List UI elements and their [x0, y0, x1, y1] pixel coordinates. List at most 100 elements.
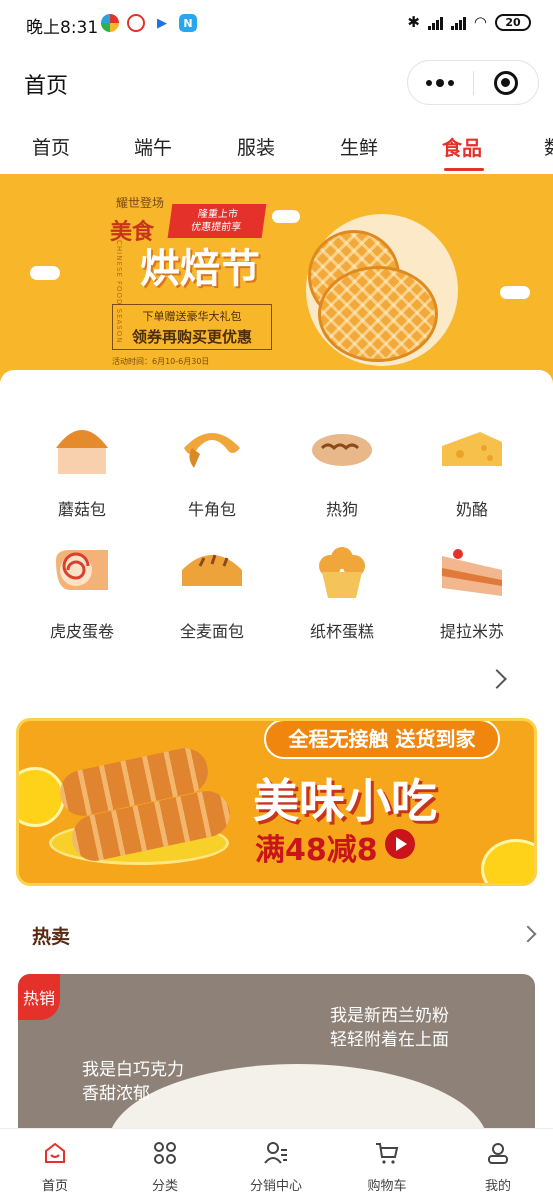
status-indicators: ✱ ◠ 20	[407, 13, 531, 31]
hotdog-bread-icon	[312, 434, 372, 466]
category-label: 牛角包	[187, 500, 236, 519]
tabbar-label: 分销中心	[249, 1179, 302, 1194]
tabbar-label: 购物车	[367, 1179, 407, 1194]
category-label: 热狗	[325, 500, 358, 519]
banner-tag-line2: 优惠提前享	[190, 222, 242, 233]
tabbar-cart[interactable]: 购物车	[332, 1129, 442, 1200]
miniapp-capsule	[407, 60, 539, 105]
lemon-slice-image	[19, 767, 65, 827]
n-app-icon: N	[179, 14, 197, 32]
baking-festival-banner[interactable]: 耀世登场 美食 隆重上市 优惠提前享 CHINESE FOOD SEASON 烘…	[0, 174, 553, 394]
swiss-roll-icon	[56, 550, 108, 590]
promo-title: 美味小吃	[253, 774, 437, 828]
cloud-decoration	[272, 210, 300, 223]
home-icon	[45, 1142, 65, 1163]
nav-bar: 首页	[0, 50, 553, 116]
caption-line: 我是白巧克力	[82, 1060, 184, 1080]
category-label: 提拉米苏	[439, 622, 504, 641]
category-item[interactable]: 牛角包	[147, 406, 277, 524]
wifi-icon: ◠	[473, 13, 487, 31]
category-item[interactable]: 纸杯蛋糕	[277, 528, 407, 646]
banner-big-title: 烘焙节	[140, 245, 260, 292]
caption-line: 我是新西兰奶粉	[330, 1006, 449, 1026]
hot-sale-badge: 热销	[18, 974, 60, 1020]
wholewheat-bread-icon	[182, 554, 242, 586]
lemon-slice-image	[481, 839, 534, 883]
status-app-icons: ▶ N	[101, 14, 197, 32]
banner-date: 活动时间：6月10-6月30日	[112, 357, 210, 366]
category-item[interactable]: 虎皮蛋卷	[17, 528, 147, 646]
mushroom-bun-icon	[56, 430, 108, 474]
banner-gift-line: 下单赠送豪华大礼包	[142, 310, 242, 323]
signal-icon	[427, 14, 443, 30]
tabbar-home[interactable]: 首页	[0, 1129, 110, 1200]
category-tabs: 首页 端午 服装 生鲜 食品 数	[0, 116, 553, 174]
video-app-icon: ▶	[157, 15, 167, 31]
product-caption-left: 我是白巧克力 香甜浓郁	[82, 1058, 184, 1106]
category-item[interactable]: 蘑菇包	[17, 406, 147, 524]
category-item[interactable]: 奶酪	[407, 406, 537, 524]
category-label: 蘑菇包	[57, 500, 106, 519]
tab-fresh[interactable]: 生鲜	[340, 133, 378, 160]
distribution-user-icon	[264, 1142, 287, 1164]
tab-digital[interactable]: 数	[544, 133, 553, 160]
category-label: 全麦面包	[179, 622, 244, 641]
target-icon	[493, 70, 518, 95]
cheese-icon	[442, 432, 502, 466]
product-caption-right: 我是新西兰奶粉 轻轻附着在上面	[330, 1004, 449, 1052]
more-dots-icon	[426, 78, 455, 87]
category-item[interactable]: 提拉米苏	[407, 528, 537, 646]
bottom-tab-bar: 首页 分类 分销中心 购物车 我的	[0, 1128, 553, 1200]
banner-tag-line1: 隆重上市	[197, 209, 239, 220]
banner-cloud-edge	[0, 370, 553, 394]
category-label: 虎皮蛋卷	[49, 622, 114, 641]
tab-dragon-boat[interactable]: 端午	[134, 133, 172, 160]
category-item[interactable]: 全麦面包	[147, 528, 277, 646]
banner-launch-tag: 隆重上市 优惠提前享	[167, 204, 267, 238]
caption-line: 轻轻附着在上面	[330, 1030, 449, 1050]
waffle-image	[318, 266, 438, 362]
category-label: 纸杯蛋糕	[309, 622, 374, 641]
banner-subtitle: 耀世登场	[116, 196, 165, 210]
tab-food[interactable]: 食品	[442, 132, 482, 161]
snack-promo-banner[interactable]: 全程无接触 送货到家 美味小吃 满48减8	[16, 718, 537, 886]
category-grid-icon	[154, 1142, 176, 1164]
tabbar-category[interactable]: 分类	[110, 1129, 220, 1200]
bluetooth-icon: ✱	[407, 13, 420, 31]
signal-icon	[450, 14, 466, 30]
weibo-like-app-icon	[127, 14, 145, 32]
category-item[interactable]: 热狗	[277, 406, 407, 524]
caption-line: 香甜浓郁	[82, 1084, 150, 1104]
tabbar-label: 首页	[41, 1179, 68, 1194]
tab-clothing[interactable]: 服装	[237, 133, 275, 160]
battery-icon: 20	[495, 13, 531, 31]
tiramisu-cake-icon	[442, 549, 502, 596]
cupcake-icon	[319, 547, 365, 598]
play-icon[interactable]	[385, 829, 415, 859]
colorful-app-icon	[101, 14, 119, 32]
banner-gift-box: 下单赠送豪华大礼包 领券再购买更优惠	[112, 304, 272, 350]
close-miniapp-button[interactable]	[474, 61, 539, 104]
hot-product-card[interactable]: 热销 我是白巧克力 香甜浓郁 我是新西兰奶粉 轻轻附着在上面	[18, 974, 535, 1132]
tabbar-distribution[interactable]: 分销中心	[221, 1129, 331, 1200]
category-label: 奶酪	[455, 500, 488, 519]
more-button[interactable]	[408, 61, 473, 104]
active-tab-indicator	[444, 168, 484, 171]
cloud-decoration	[500, 286, 530, 299]
promo-offer: 满48减8	[255, 833, 378, 868]
hot-section-title: 热卖	[32, 926, 71, 948]
tabbar-profile[interactable]: 我的	[443, 1129, 553, 1200]
delivery-pill: 全程无接触 送货到家	[264, 721, 500, 759]
tab-home[interactable]: 首页	[32, 133, 70, 160]
cart-icon	[376, 1143, 399, 1164]
page-title: 首页	[24, 74, 69, 99]
more-categories-chevron-icon[interactable]	[487, 669, 507, 689]
tabbar-label: 我的	[484, 1179, 511, 1194]
croissant-icon	[184, 433, 240, 468]
status-bar: 晚上8:31 ▶ N ✱ ◠ 20	[0, 0, 553, 50]
tabbar-label: 分类	[151, 1179, 178, 1194]
hot-more-chevron-icon[interactable]	[519, 925, 537, 943]
cloud-decoration	[30, 266, 60, 280]
banner-coupon-line: 领券再购买更优惠	[131, 328, 252, 346]
profile-icon	[488, 1143, 508, 1164]
